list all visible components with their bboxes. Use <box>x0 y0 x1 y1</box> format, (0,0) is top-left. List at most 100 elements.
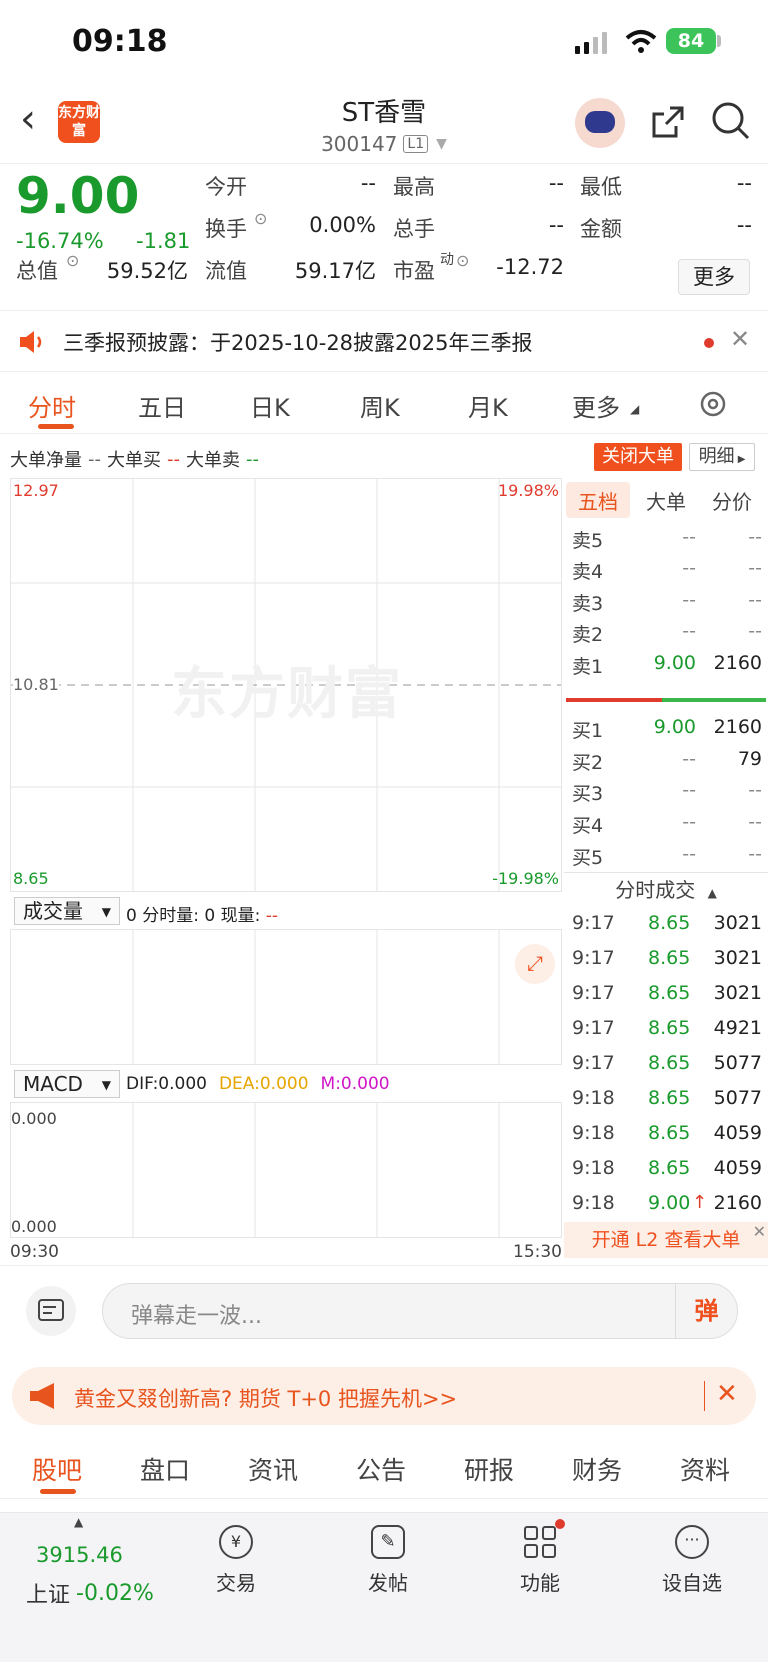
tab-weekly-k[interactable]: 周K <box>360 388 400 423</box>
search-icon[interactable] <box>710 100 752 142</box>
caret-up-icon: ▲ <box>74 1515 84 1529</box>
tick-row: 9:18 8.65 4059 <box>568 1153 764 1187</box>
volume-select-label: 成交量 <box>23 899 83 923</box>
volume-chart[interactable]: ⤢ <box>10 929 562 1065</box>
chevron-down-icon: ▼ <box>101 1078 111 1092</box>
sell-row: 卖5 -- -- <box>568 522 764 554</box>
share-icon[interactable] <box>648 102 688 142</box>
info-icon[interactable]: ⊙ <box>254 209 267 228</box>
dif-value: DIF:0.000 <box>126 1074 207 1094</box>
stock-header: ‹ 东方财富 ST香雪 300147 L1 ▼ <box>0 86 768 164</box>
tab-announcements[interactable]: 公告 <box>356 1451 406 1487</box>
tab-big-order[interactable]: 大单 <box>646 486 686 515</box>
close-icon[interactable]: ✕ <box>716 1379 738 1409</box>
tabbar-watchlist[interactable]: ··· 设自选 <box>632 1525 752 1596</box>
danmu-button[interactable]: 弹 <box>675 1284 737 1338</box>
sell-price: -- <box>682 557 696 579</box>
buy-label: 买1 <box>572 720 604 742</box>
close-icon[interactable]: ✕ <box>753 1214 766 1250</box>
volume-indicator-select[interactable]: 成交量 ▼ <box>14 897 120 925</box>
tick-price: 8.65 <box>648 1122 691 1144</box>
detail-label: 明细 <box>698 446 735 467</box>
tab-guba[interactable]: 股吧 <box>32 1451 82 1487</box>
turnover-value: 0.00% <box>309 213 376 237</box>
tab-research[interactable]: 研报 <box>464 1451 514 1487</box>
tick-time: 9:17 <box>572 947 615 969</box>
high-label: 最高 <box>393 175 435 199</box>
chevron-down-icon: ▼ <box>436 136 447 152</box>
battery-indicator: 84 <box>666 28 716 54</box>
tab-monthly-k[interactable]: 月K <box>468 388 508 423</box>
tab-more[interactable]: 更多 <box>572 388 620 423</box>
speaker-icon <box>20 331 42 353</box>
close-big-order-button[interactable]: 关闭大单 <box>594 443 682 471</box>
tab-price-split[interactable]: 分价 <box>712 486 752 515</box>
danmu-settings-icon[interactable] <box>26 1286 76 1336</box>
close-icon[interactable]: ✕ <box>730 325 750 353</box>
notice-bar[interactable]: 三季报预披露：于2025-10-28披露2025年三季报 ✕ <box>0 310 768 372</box>
m-value: M:0.000 <box>320 1074 390 1094</box>
danmu-input[interactable]: 弹幕走一波... 弹 <box>102 1283 738 1339</box>
tab-profile[interactable]: 资料 <box>680 1451 730 1487</box>
tick-price: 8.65 <box>648 1052 691 1074</box>
quote-panel: 9.00 -16.74% -1.81 今开 -- 最高 -- 最低 -- 换手 … <box>0 165 768 310</box>
macd-indicator-select[interactable]: MACD ▼ <box>14 1070 120 1098</box>
tick-price: 8.65 <box>648 982 691 1004</box>
ticks-header[interactable]: 分时成交 ▲ <box>564 874 768 903</box>
macd-chart[interactable]: 0.000 0.000 <box>10 1102 562 1238</box>
tabbar-trade[interactable]: ¥ 交易 <box>176 1525 296 1596</box>
tick-volume: 5077 <box>713 1052 762 1074</box>
buy-volume: -- <box>748 843 762 865</box>
buy-price: -- <box>682 779 696 801</box>
sell-volume: -- <box>748 620 762 642</box>
intraday-chart[interactable]: 东方财富 12.97 19.98% 10.81 8.65 -19.98% <box>10 478 562 892</box>
tab-daily-k[interactable]: 日K <box>250 388 290 423</box>
expand-icon[interactable]: ⤢ <box>515 944 555 984</box>
gear-icon[interactable] <box>697 388 729 420</box>
volume-header: 成交量 ▼ 0 分时量: 0 现量: -- <box>10 893 562 929</box>
l2-upgrade-banner[interactable]: 开通 L2 查看大单 ✕ <box>564 1222 768 1258</box>
ad-text: 黄金又叕创新高? 期货 T+0 把握先机>> <box>74 1387 458 1411</box>
grid-icon <box>523 1519 565 1559</box>
tick-row: 9:17 8.65 4921 <box>568 1013 764 1047</box>
tick-time: 9:17 <box>572 1052 615 1074</box>
battery-tip <box>717 35 721 47</box>
tick-row: 9:17 8.65 3021 <box>568 978 764 1012</box>
index-summary[interactable]: 上证 -0.02% <box>26 1577 154 1609</box>
buy-label: 买4 <box>572 815 604 837</box>
macd-select-label: MACD <box>23 1072 83 1096</box>
net-label: 大单净量 <box>10 450 82 471</box>
detail-button[interactable]: 明细 ▶ <box>689 443 755 471</box>
sell-row: 卖1 9.00 2160 <box>568 648 764 680</box>
index-value[interactable]: 3915.46 <box>36 1543 123 1567</box>
tab-five-level[interactable]: 五档 <box>578 486 618 515</box>
sell-volume: 2160 <box>713 652 762 674</box>
volume-readout: 0 分时量: 0 现量: -- <box>126 901 278 926</box>
tick-row: 9:17 8.65 5077 <box>568 1048 764 1082</box>
tabbar-post[interactable]: ✎ 发帖 <box>328 1525 448 1596</box>
status-time: 09:18 <box>72 24 168 59</box>
pe-label: 市盈 <box>393 259 435 283</box>
price-mid-label: 10.81 <box>13 675 59 694</box>
open-label: 今开 <box>205 175 247 199</box>
change-percent: -16.74% <box>16 229 104 253</box>
tick-time: 9:17 <box>572 912 615 934</box>
tab-finance[interactable]: 财务 <box>572 1451 622 1487</box>
tab-five-day[interactable]: 五日 <box>138 388 186 423</box>
tab-intraday[interactable]: 分时 <box>28 388 76 423</box>
info-icon[interactable]: ⊙ <box>66 251 79 270</box>
signal-icon <box>575 32 607 54</box>
caret-icon: ◢ <box>630 402 640 416</box>
mktcap-label: 总值 <box>16 259 58 283</box>
current-volume: -- <box>265 906 278 926</box>
ad-banner[interactable]: 黄金又叕创新高? 期货 T+0 把握先机>> ✕ <box>12 1367 756 1425</box>
tab-pankou[interactable]: 盘口 <box>140 1451 190 1487</box>
more-button[interactable]: 更多 <box>678 259 750 295</box>
dea-value: DEA:0.000 <box>218 1074 309 1094</box>
tabbar-functions[interactable]: 功能 <box>480 1519 600 1596</box>
tab-news[interactable]: 资讯 <box>248 1451 298 1487</box>
sell-price: -- <box>682 589 696 611</box>
sell-row: 卖2 -- -- <box>568 616 764 648</box>
buy-row: 买2 -- 79 <box>568 744 764 776</box>
info-icon[interactable]: ⊙ <box>456 251 469 270</box>
